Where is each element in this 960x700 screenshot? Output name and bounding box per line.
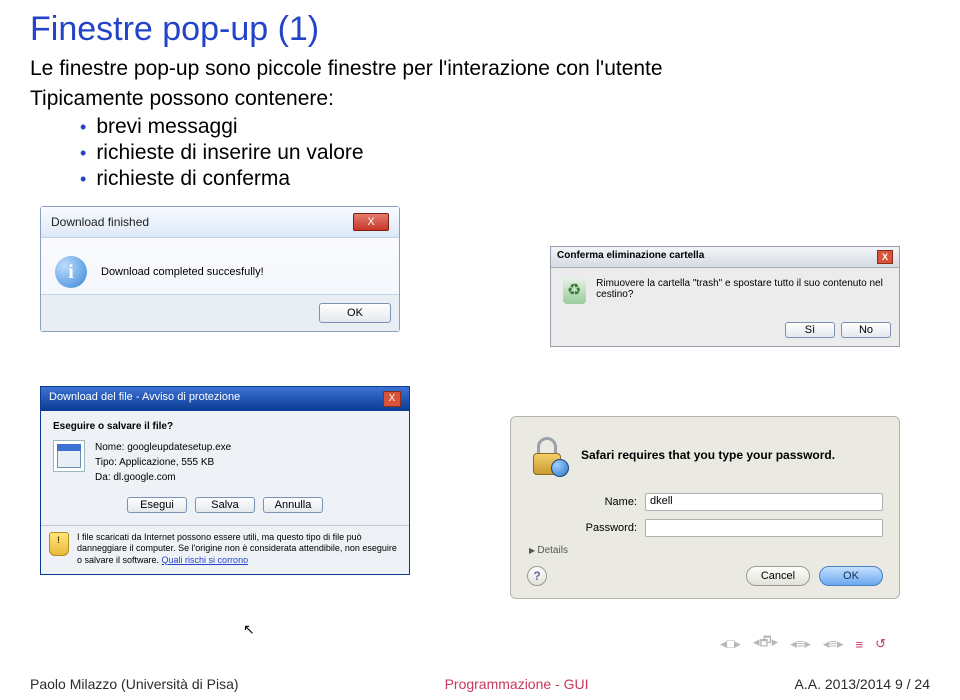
bullet-icon: • (80, 143, 86, 164)
name-label: Name: (567, 496, 637, 508)
recycle-icon (563, 278, 586, 304)
list-item: • richieste di inserire un valore (80, 141, 930, 165)
list-item: • brevi messaggi (80, 115, 930, 139)
cancel-button[interactable]: Cancel (746, 566, 810, 586)
from-label: Da: (95, 472, 111, 483)
from-value: dl.google.com (113, 472, 175, 483)
dialog-area: Download finished X i Download completed… (30, 206, 930, 606)
bullet-icon: • (80, 117, 86, 138)
info-icon: i (55, 256, 87, 288)
no-button[interactable]: No (841, 322, 891, 338)
close-button[interactable]: X (877, 250, 893, 264)
bullet-text: richieste di inserire un valore (96, 141, 363, 165)
download-file-dialog: Download del file - Avviso di protezione… (40, 386, 410, 575)
ok-button[interactable]: OK (819, 566, 883, 586)
dialog-title: Conferma eliminazione cartella (557, 250, 704, 264)
bullet-list: • brevi messaggi • richieste di inserire u… (80, 115, 930, 191)
nav-first-icon[interactable]: ◂□▸ (720, 636, 741, 652)
warning-text: I file scaricati da Internet possono ess… (77, 532, 401, 566)
dialog-title: Download del file - Avviso di protezione (49, 391, 240, 407)
risk-link[interactable]: Quali rischi si corrono (162, 555, 249, 565)
titlebar: Conferma eliminazione cartella X (551, 247, 899, 268)
titlebar: Download finished X (41, 207, 399, 238)
type-label: Tipo: (95, 457, 117, 468)
footer-mid: Programmazione - GUI (239, 676, 795, 692)
run-button[interactable]: Esegui (127, 497, 187, 513)
name-label: Nome: (95, 442, 124, 453)
yes-button[interactable]: Sì (785, 322, 835, 338)
file-icon (53, 440, 85, 472)
download-finished-dialog: Download finished X i Download completed… (40, 206, 400, 332)
dialog-message: Download completed succesfully! (101, 266, 264, 278)
help-button[interactable]: ? (527, 566, 547, 586)
bullet-text: richieste di conferma (96, 167, 290, 191)
slide-footer: Paolo Milazzo (Università di Pisa) Progr… (0, 668, 960, 700)
dialog-message: Rimuovere la cartella "trash" e spostare… (596, 278, 887, 300)
nav-prev-icon[interactable]: ◂🗗▸ (753, 633, 778, 655)
close-button[interactable]: X (353, 213, 389, 231)
shield-icon (49, 532, 69, 556)
dialog-question: Eseguire o salvare il file? (53, 421, 397, 432)
titlebar: Download del file - Avviso di protezione… (41, 387, 409, 411)
footer-right: A.A. 2013/2014 9 / 24 (795, 676, 930, 692)
confirm-delete-dialog: Conferma eliminazione cartella X Rimuove… (550, 246, 900, 347)
bullet-text: brevi messaggi (96, 115, 237, 139)
cancel-button[interactable]: Annulla (263, 497, 323, 513)
nav-mode-icon[interactable]: ≡ (856, 637, 864, 652)
name-value: googleupdatesetup.exe (127, 442, 231, 453)
lock-icon (527, 435, 567, 475)
details-toggle[interactable]: Details (529, 545, 883, 556)
ok-button[interactable]: OK (319, 303, 391, 323)
safari-password-dialog: Safari requires that you type your passw… (510, 416, 900, 599)
nav-icons: ◂□▸ ◂🗗▸ ◂≡▸ ◂≡▸ ≡ ↺ (720, 633, 886, 655)
slide-title: Finestre pop-up (1) (30, 10, 930, 49)
save-button[interactable]: Salva (195, 497, 255, 513)
cursor-icon: ↖ (243, 621, 255, 638)
dialog-title: Download finished (51, 215, 149, 229)
intro-text: Le finestre pop-up sono piccole finestre… (30, 57, 930, 81)
footer-author: Paolo Milazzo (Università di Pisa) (30, 676, 239, 692)
dialog-header: Safari requires that you type your passw… (581, 448, 835, 462)
password-label: Password: (567, 522, 637, 534)
file-meta: Nome: googleupdatesetup.exe Tipo: Applic… (95, 440, 231, 485)
subintro-text: Tipicamente possono contenere: (30, 87, 930, 111)
nav-back-icon[interactable]: ◂≡▸ (790, 636, 811, 652)
nav-refresh-icon[interactable]: ↺ (875, 636, 886, 652)
name-input[interactable]: dkell (645, 493, 883, 511)
type-value: Applicazione, 555 KB (119, 457, 214, 468)
close-button[interactable]: X (383, 391, 401, 407)
bullet-icon: • (80, 169, 86, 190)
nav-next-icon[interactable]: ◂≡▸ (823, 636, 844, 652)
list-item: • richieste di conferma (80, 167, 930, 191)
password-input[interactable] (645, 519, 883, 537)
